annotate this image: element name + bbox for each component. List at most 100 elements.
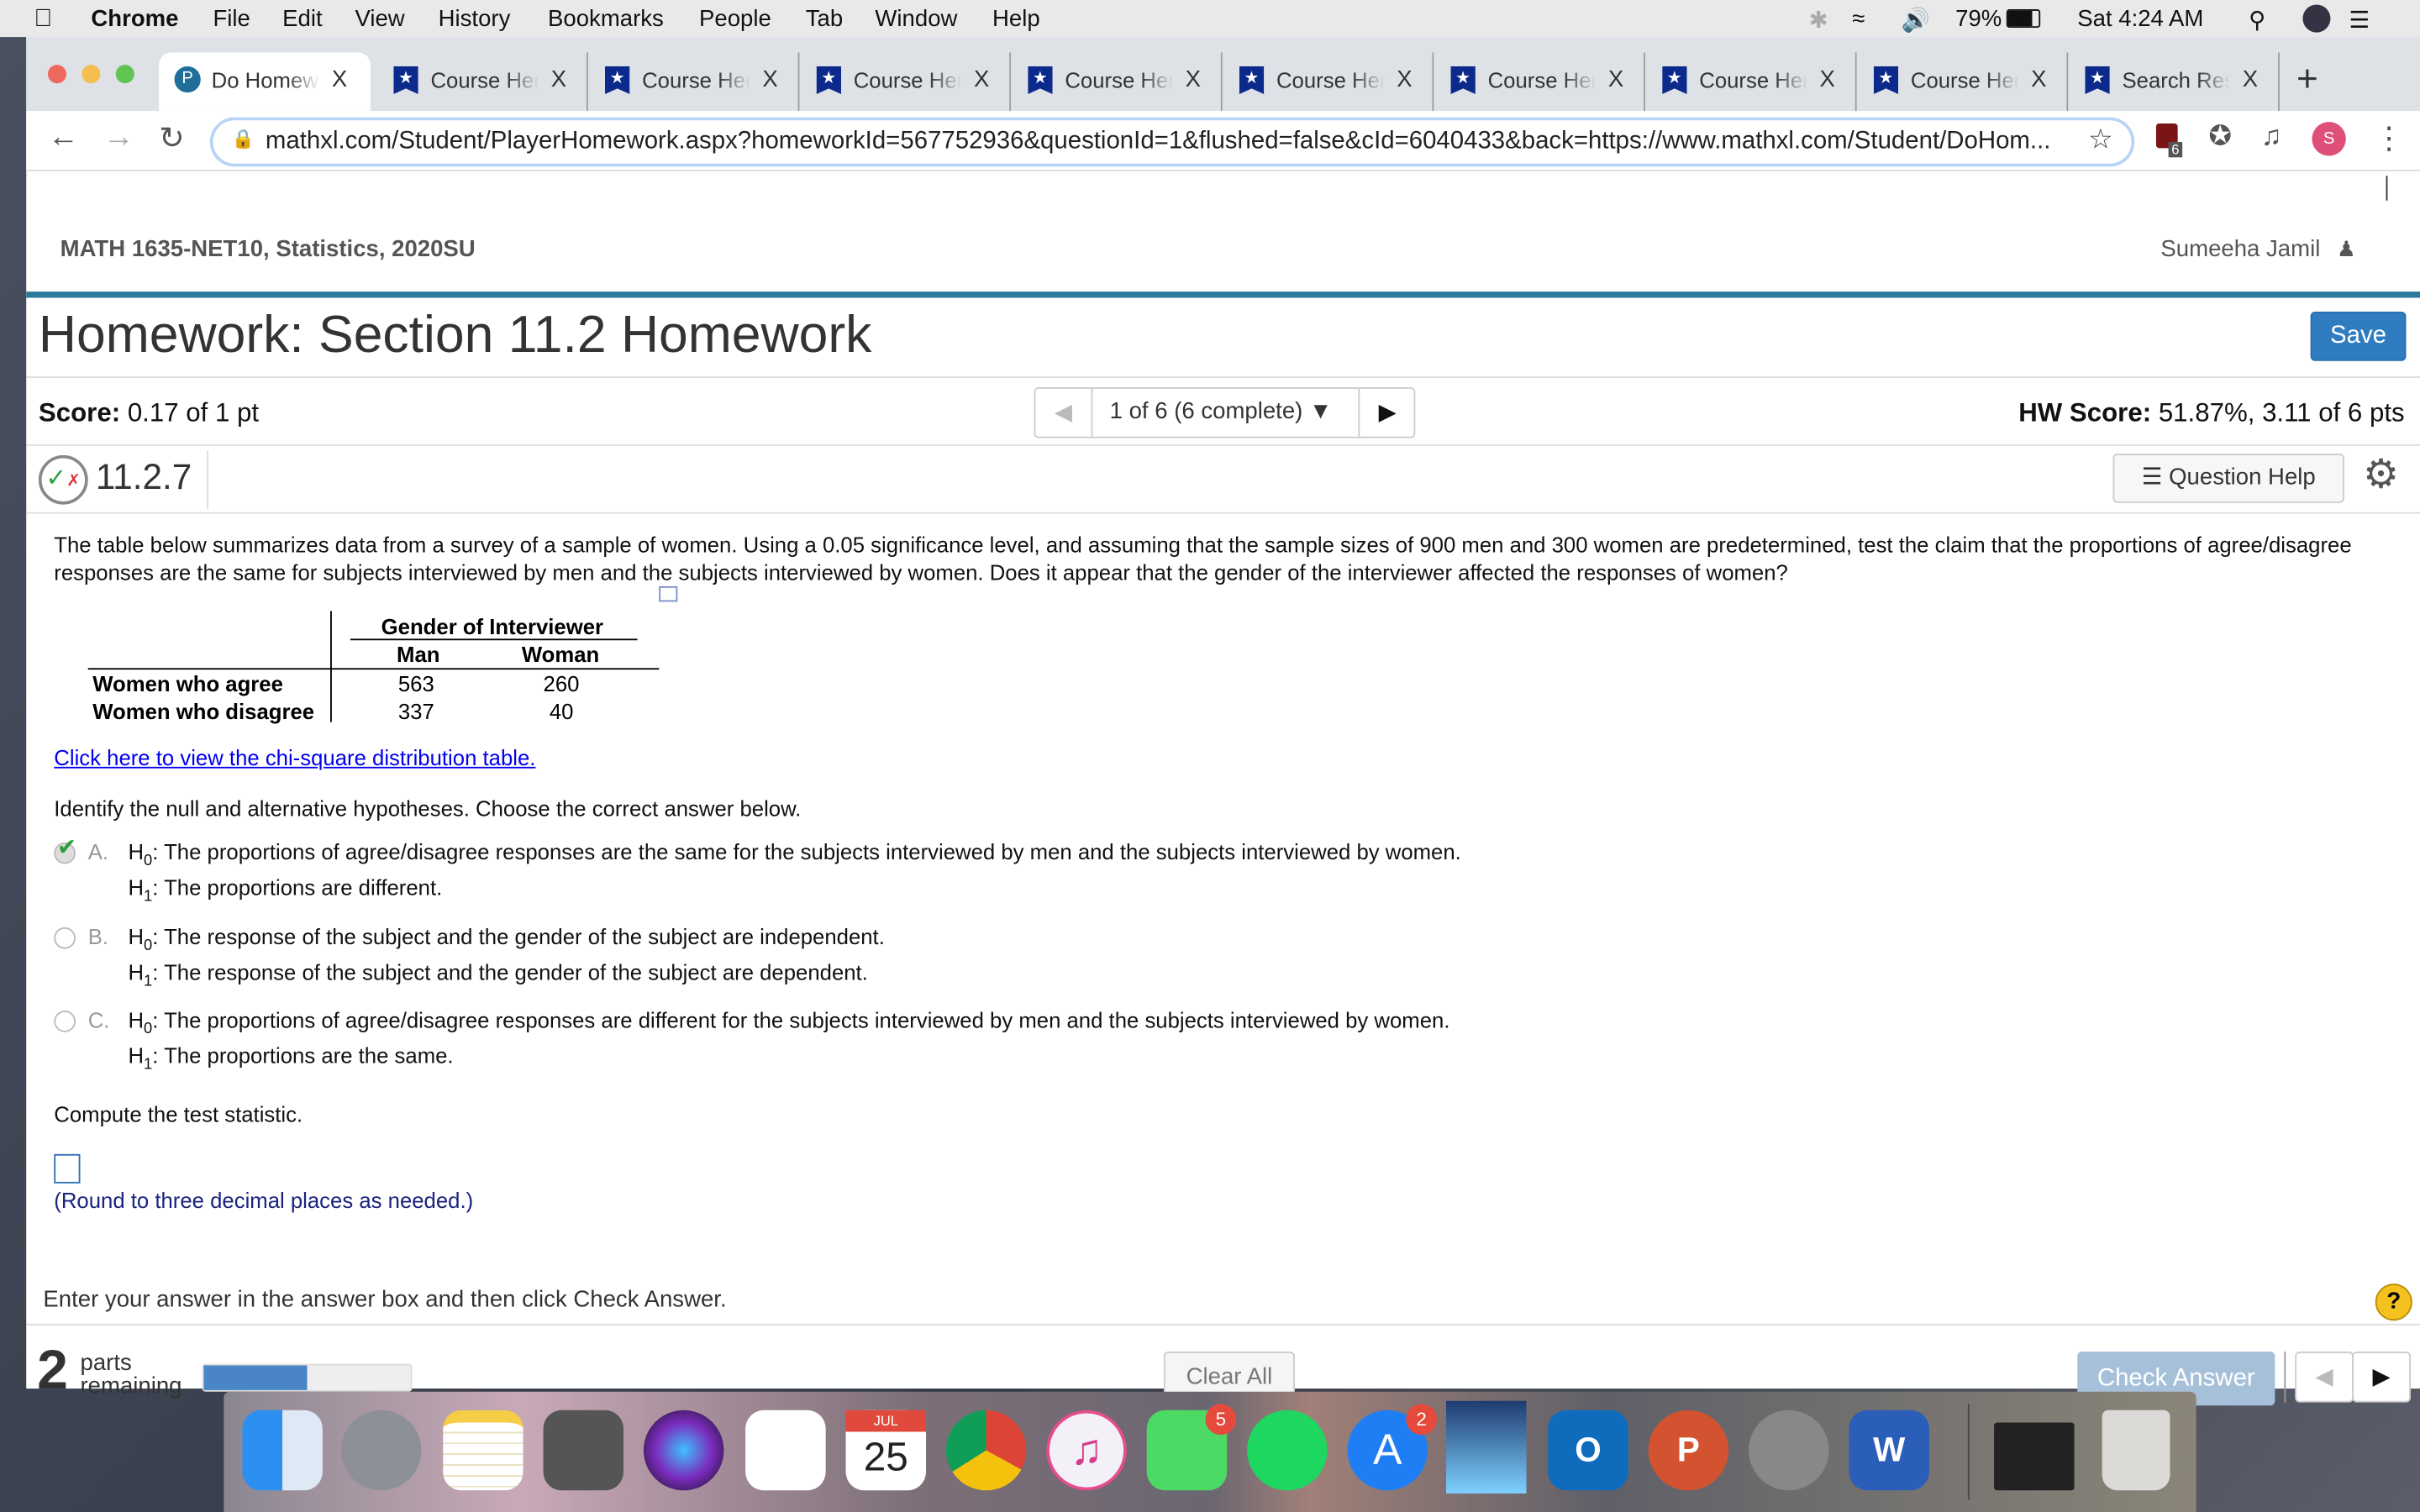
close-tab-icon[interactable]: X: [2243, 66, 2258, 92]
profile-avatar[interactable]: S: [2312, 122, 2346, 156]
close-tab-icon[interactable]: X: [974, 66, 989, 92]
forward-icon[interactable]: →: [103, 120, 134, 155]
prev-question-button[interactable]: ◀: [2295, 1351, 2354, 1403]
close-tab-icon[interactable]: X: [1820, 66, 1835, 92]
menu-tab[interactable]: Tab: [806, 6, 843, 32]
tab-course-hero[interactable]: ★ Course Hero X: [1647, 52, 1857, 112]
question-help-button[interactable]: ☰ Question Help: [2112, 454, 2345, 503]
bookmark-star-icon[interactable]: ☆: [2088, 123, 2113, 156]
course-hero-icon: ★: [1873, 66, 1899, 95]
chrome-menu-icon[interactable]: ⋮: [2374, 118, 2405, 157]
chrome-window-thumbnail[interactable]: [1994, 1422, 2075, 1491]
close-window-button[interactable]: [47, 65, 66, 84]
menu-history[interactable]: History: [439, 6, 511, 32]
check-icon: ✔: [56, 834, 77, 861]
next-question-button[interactable]: ▶: [1358, 388, 1415, 437]
address-bar[interactable]: 🔒 mathxl.com/Student/PlayerHomework.aspx…: [209, 117, 2135, 167]
spotlight-icon[interactable]: ⚲: [2249, 6, 2265, 34]
radio-c[interactable]: [54, 1011, 76, 1032]
popout-icon[interactable]: [659, 585, 678, 602]
close-tab-icon[interactable]: X: [332, 66, 347, 92]
battery-percent: 79%: [1955, 6, 2002, 33]
course-hero-icon: ★: [1028, 66, 1053, 95]
option-h0: H0: The response of the subject and the …: [128, 924, 885, 955]
tab-strip: P Do Homework X ★ Course Hero X ★ Course He…: [26, 37, 2420, 112]
menu-file[interactable]: File: [213, 6, 250, 32]
gear-icon[interactable]: ⚙: [2363, 450, 2399, 498]
close-tab-icon[interactable]: X: [2031, 66, 2046, 92]
menu-view[interactable]: View: [355, 6, 404, 32]
close-tab-icon[interactable]: X: [1397, 66, 1412, 92]
apple-icon[interactable]: : [34, 6, 52, 34]
chi-square-table-link[interactable]: Click here to view the chi-square distri…: [54, 745, 535, 769]
tab-do-homework[interactable]: P Do Homework X: [159, 52, 371, 112]
calendar-icon[interactable]: JUL 25: [845, 1410, 927, 1491]
extensions-puzzle-icon[interactable]: ✪: [2208, 120, 2232, 153]
kindle-icon[interactable]: [1446, 1400, 1527, 1494]
test-statistic-input[interactable]: [54, 1153, 81, 1184]
tab-course-hero[interactable]: ★ Course Hero X: [378, 52, 588, 112]
tab-course-hero[interactable]: ★ Course Hero X: [1858, 52, 2069, 112]
round-note: (Round to three decimal places as needed…: [54, 1188, 474, 1213]
menu-bookmarks[interactable]: Bookmarks: [548, 6, 664, 32]
finder-icon[interactable]: [242, 1410, 323, 1491]
close-tab-icon[interactable]: X: [551, 66, 566, 92]
tab-course-hero[interactable]: ★ Course Hero X: [1013, 52, 1223, 112]
menu-chrome[interactable]: Chrome: [91, 6, 178, 32]
tab-course-hero[interactable]: ★ Course Hero X: [1224, 52, 1434, 112]
url-text[interactable]: mathxl.com/Student/PlayerHomework.aspx?h…: [266, 128, 2050, 155]
powerpoint-icon[interactable]: P: [1648, 1410, 1729, 1491]
reload-icon[interactable]: ↻: [159, 118, 185, 157]
column-header: Man: [397, 642, 440, 667]
save-button[interactable]: Save: [2310, 312, 2407, 361]
tab-label: Course Hero: [1065, 67, 1173, 93]
radio-b[interactable]: [54, 927, 76, 949]
facetime-icon[interactable]: 5: [1146, 1404, 1237, 1491]
close-tab-icon[interactable]: X: [762, 66, 777, 92]
tab-course-hero[interactable]: ★ Course Hero X: [1435, 52, 1645, 112]
tab-label: Course Hero: [1699, 67, 1807, 93]
help-icon[interactable]: ?: [2375, 1284, 2412, 1321]
close-tab-icon[interactable]: X: [1608, 66, 1623, 92]
spotify-icon[interactable]: [1247, 1410, 1328, 1491]
menu-edit[interactable]: Edit: [282, 6, 322, 32]
minimize-window-button[interactable]: [82, 65, 101, 84]
chrome-icon[interactable]: [945, 1410, 1027, 1491]
volume-icon[interactable]: 🔊: [1902, 6, 1930, 34]
tab-course-hero[interactable]: ★ Course Hero X: [801, 52, 1012, 112]
app-store-icon[interactable]: A2: [1347, 1404, 1438, 1491]
notification-center-icon[interactable]: ☰: [2349, 6, 2370, 34]
reminders-icon[interactable]: [745, 1410, 826, 1491]
back-icon[interactable]: ←: [48, 120, 79, 155]
word-icon[interactable]: W: [1849, 1410, 1929, 1491]
zoom-window-button[interactable]: [115, 65, 134, 84]
calculator-icon[interactable]: [543, 1410, 624, 1491]
notes-icon[interactable]: [443, 1410, 523, 1491]
part1-prompt: Identify the null and alternative hypoth…: [54, 795, 802, 822]
siri-app-icon[interactable]: [643, 1410, 724, 1491]
launchpad-icon[interactable]: [340, 1410, 422, 1491]
system-preferences-icon[interactable]: [1749, 1410, 1829, 1491]
wifi-icon[interactable]: ≈: [1852, 6, 1865, 32]
siri-icon[interactable]: [2302, 4, 2331, 33]
clock[interactable]: Sat 4:24 AM: [2077, 6, 2203, 32]
user-name[interactable]: Sumeeha Jamil: [2160, 236, 2320, 262]
divider: [207, 450, 208, 510]
question-select[interactable]: 1 of 6 (6 complete) ▼: [1110, 398, 1333, 424]
trash-icon[interactable]: [2102, 1410, 2170, 1491]
bluetooth-icon[interactable]: ✱: [1809, 6, 1828, 34]
prev-question-button[interactable]: ◀: [1035, 388, 1093, 437]
user-icon: ♟: [2336, 236, 2356, 261]
battery-icon[interactable]: [2006, 9, 2041, 29]
itunes-icon[interactable]: ♫: [1046, 1410, 1127, 1491]
new-tab-button[interactable]: +: [2296, 59, 2318, 102]
menu-people[interactable]: People: [699, 6, 771, 32]
menu-help[interactable]: Help: [992, 6, 1040, 32]
next-question-button[interactable]: ▶: [2352, 1351, 2411, 1403]
outlook-icon[interactable]: O: [1548, 1410, 1628, 1491]
tab-search-results[interactable]: ★ Search Results X: [2070, 52, 2280, 112]
tab-course-hero[interactable]: ★ Course Hero X: [590, 52, 800, 112]
media-control-icon[interactable]: ♫: [2261, 120, 2282, 153]
menu-window[interactable]: Window: [875, 6, 957, 32]
close-tab-icon[interactable]: X: [1186, 66, 1201, 92]
